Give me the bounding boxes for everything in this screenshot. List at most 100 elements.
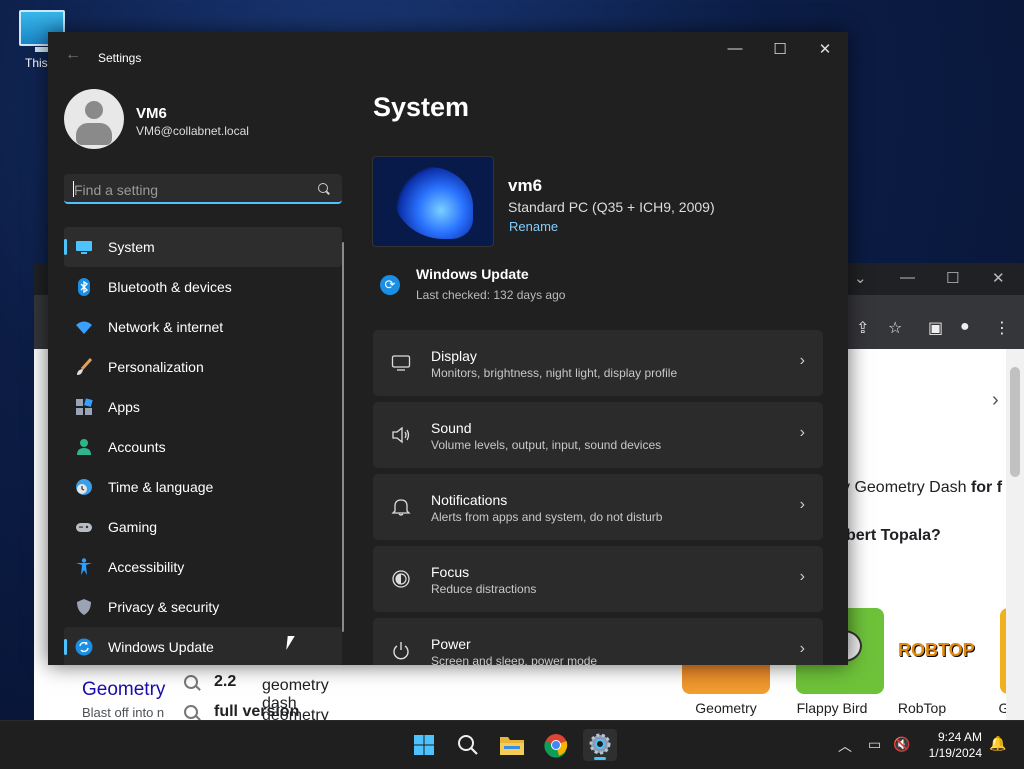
user-name: VM6 [136,105,167,122]
close-icon[interactable]: ✕ [992,269,1005,287]
chevron-right-icon: › [799,568,805,585]
nav-item-accessibility[interactable]: Accessibility [64,547,342,587]
robtop-thumbnail[interactable]: ROBTOP [896,608,984,694]
globe-clock-icon [76,479,92,495]
accessibility-icon [76,558,92,575]
taskbar-search-button[interactable] [451,729,485,761]
menu-icon[interactable]: ⋮ [994,318,1010,338]
card-display[interactable]: Display Monitors, brightness, night ligh… [373,330,823,396]
windows-update-last-checked: Last checked: 132 days ago [416,288,566,302]
chrome-button[interactable] [539,729,573,761]
start-button[interactable] [407,729,441,761]
settings-taskbar-button[interactable] [583,729,617,761]
share-icon[interactable]: ⇪ [856,318,869,338]
find-setting-search[interactable] [64,174,342,204]
search-headline: y Geometry Dash for f [842,479,1003,496]
profile-icon[interactable]: ● [960,318,970,336]
rename-link[interactable]: Rename [509,219,558,234]
start-icon [414,735,434,755]
file-explorer-button[interactable] [495,729,529,761]
text-caret [73,181,74,197]
nav-item-time-language[interactable]: Time & language [64,467,342,507]
browser-scrollbar[interactable] [1006,349,1024,720]
bell-icon [391,499,411,516]
card-notifications[interactable]: Notifications Alerts from apps and syste… [373,474,823,540]
robtop-logo: ROBTOP [898,640,975,660]
search-icon[interactable] [318,183,328,193]
active-indicator [594,757,606,760]
settings-window: ← Settings — ☐ ✕ VM6 VM6@collabnet.local… [48,32,848,665]
display-icon [391,355,411,371]
nav-item-gaming[interactable]: Gaming [64,507,342,547]
nav-item-bluetooth[interactable]: Bluetooth & devices [64,267,342,307]
nav-item-network[interactable]: Network & internet [64,307,342,347]
nav-scrollbar[interactable] [342,242,344,632]
people-also-ask-question[interactable]: bert Topala? [846,527,941,545]
back-arrow-icon[interactable]: ← [65,46,81,64]
suggestion-item[interactable]: geometry dash 2.2 [166,669,586,712]
avatar-head [85,101,103,119]
nav-item-windows-update[interactable]: Windows Update [64,627,342,665]
mouse-cursor [286,636,295,650]
wifi-icon [76,321,92,334]
chevron-up-icon[interactable]: ︿ [838,736,852,756]
person-icon [77,439,91,455]
windows-bloom-image [393,167,473,239]
thumb-label: Geometry [695,700,757,716]
suggestion-item[interactable]: geometry dash full version [166,699,586,720]
brush-icon [77,358,93,375]
maximize-icon[interactable]: ☐ [760,40,800,60]
close-icon[interactable]: ✕ [805,40,845,60]
nav-item-system[interactable]: System [64,227,342,267]
network-icon[interactable]: ▭ [868,736,881,753]
card-power[interactable]: Power Screen and sleep, power mode › [373,618,823,665]
search-input[interactable] [72,179,316,201]
nav-item-personalization[interactable]: Personalization [64,347,342,387]
page-title: System [373,92,470,122]
search-icon [184,705,198,719]
avatar[interactable] [64,89,124,149]
chevron-right-icon: › [799,496,805,513]
chevron-right-icon: › [799,640,805,657]
file-explorer-icon [500,737,524,755]
result-snippet: Blast off into n [82,705,165,720]
thumb-label: RobTop [897,700,947,716]
nav-item-privacy[interactable]: Privacy & security [64,587,342,627]
gamepad-icon [76,523,92,532]
device-wallpaper-thumbnail [372,156,494,247]
settings-nav: System Bluetooth & devices Network & int… [64,227,342,665]
chrome-icon [544,734,568,758]
minimize-icon[interactable]: — [900,269,915,286]
result-title[interactable]: Geometry [82,679,165,701]
clock[interactable]: 9:24 AM 1/19/2024 [922,729,982,761]
avatar-body [76,123,112,145]
apps-icon [76,398,93,415]
thumb-label: Flappy Bird [796,700,868,716]
minimize-icon[interactable]: — [715,40,755,60]
user-email: VM6@collabnet.local [136,124,249,138]
nav-item-apps[interactable]: Apps [64,387,342,427]
monitor-icon [76,241,92,254]
window-title: Settings [98,51,142,65]
card-sound[interactable]: Sound Volume levels, output, input, soun… [373,402,823,468]
notification-bell-icon[interactable]: 🔔 [989,735,1006,752]
device-spec: Standard PC (Q35 + ICH9, 2009) [508,199,715,215]
windows-update-title[interactable]: Windows Update [416,266,529,282]
chevron-down-icon[interactable]: ⌄ [854,269,867,287]
device-name: vm6 [508,176,543,195]
scrollbar-thumb[interactable] [1010,367,1020,477]
maximize-icon[interactable]: ☐ [946,269,959,287]
bookmark-star-icon[interactable]: ☆ [888,318,902,338]
time: 9:24 AM [937,730,982,744]
card-focus[interactable]: Focus Reduce distractions › [373,546,823,612]
nav-item-accounts[interactable]: Accounts [64,427,342,467]
sidebar-icon[interactable]: ▣ [928,318,943,338]
bluetooth-icon [78,278,90,296]
update-icon [75,638,93,656]
chevron-right-icon[interactable]: › [992,389,999,412]
update-icon: ⟳ [380,275,400,295]
speaker-icon [392,426,410,444]
power-icon [393,642,409,660]
volume-muted-icon[interactable]: 🔇 [893,736,910,753]
search-icon [458,735,478,755]
